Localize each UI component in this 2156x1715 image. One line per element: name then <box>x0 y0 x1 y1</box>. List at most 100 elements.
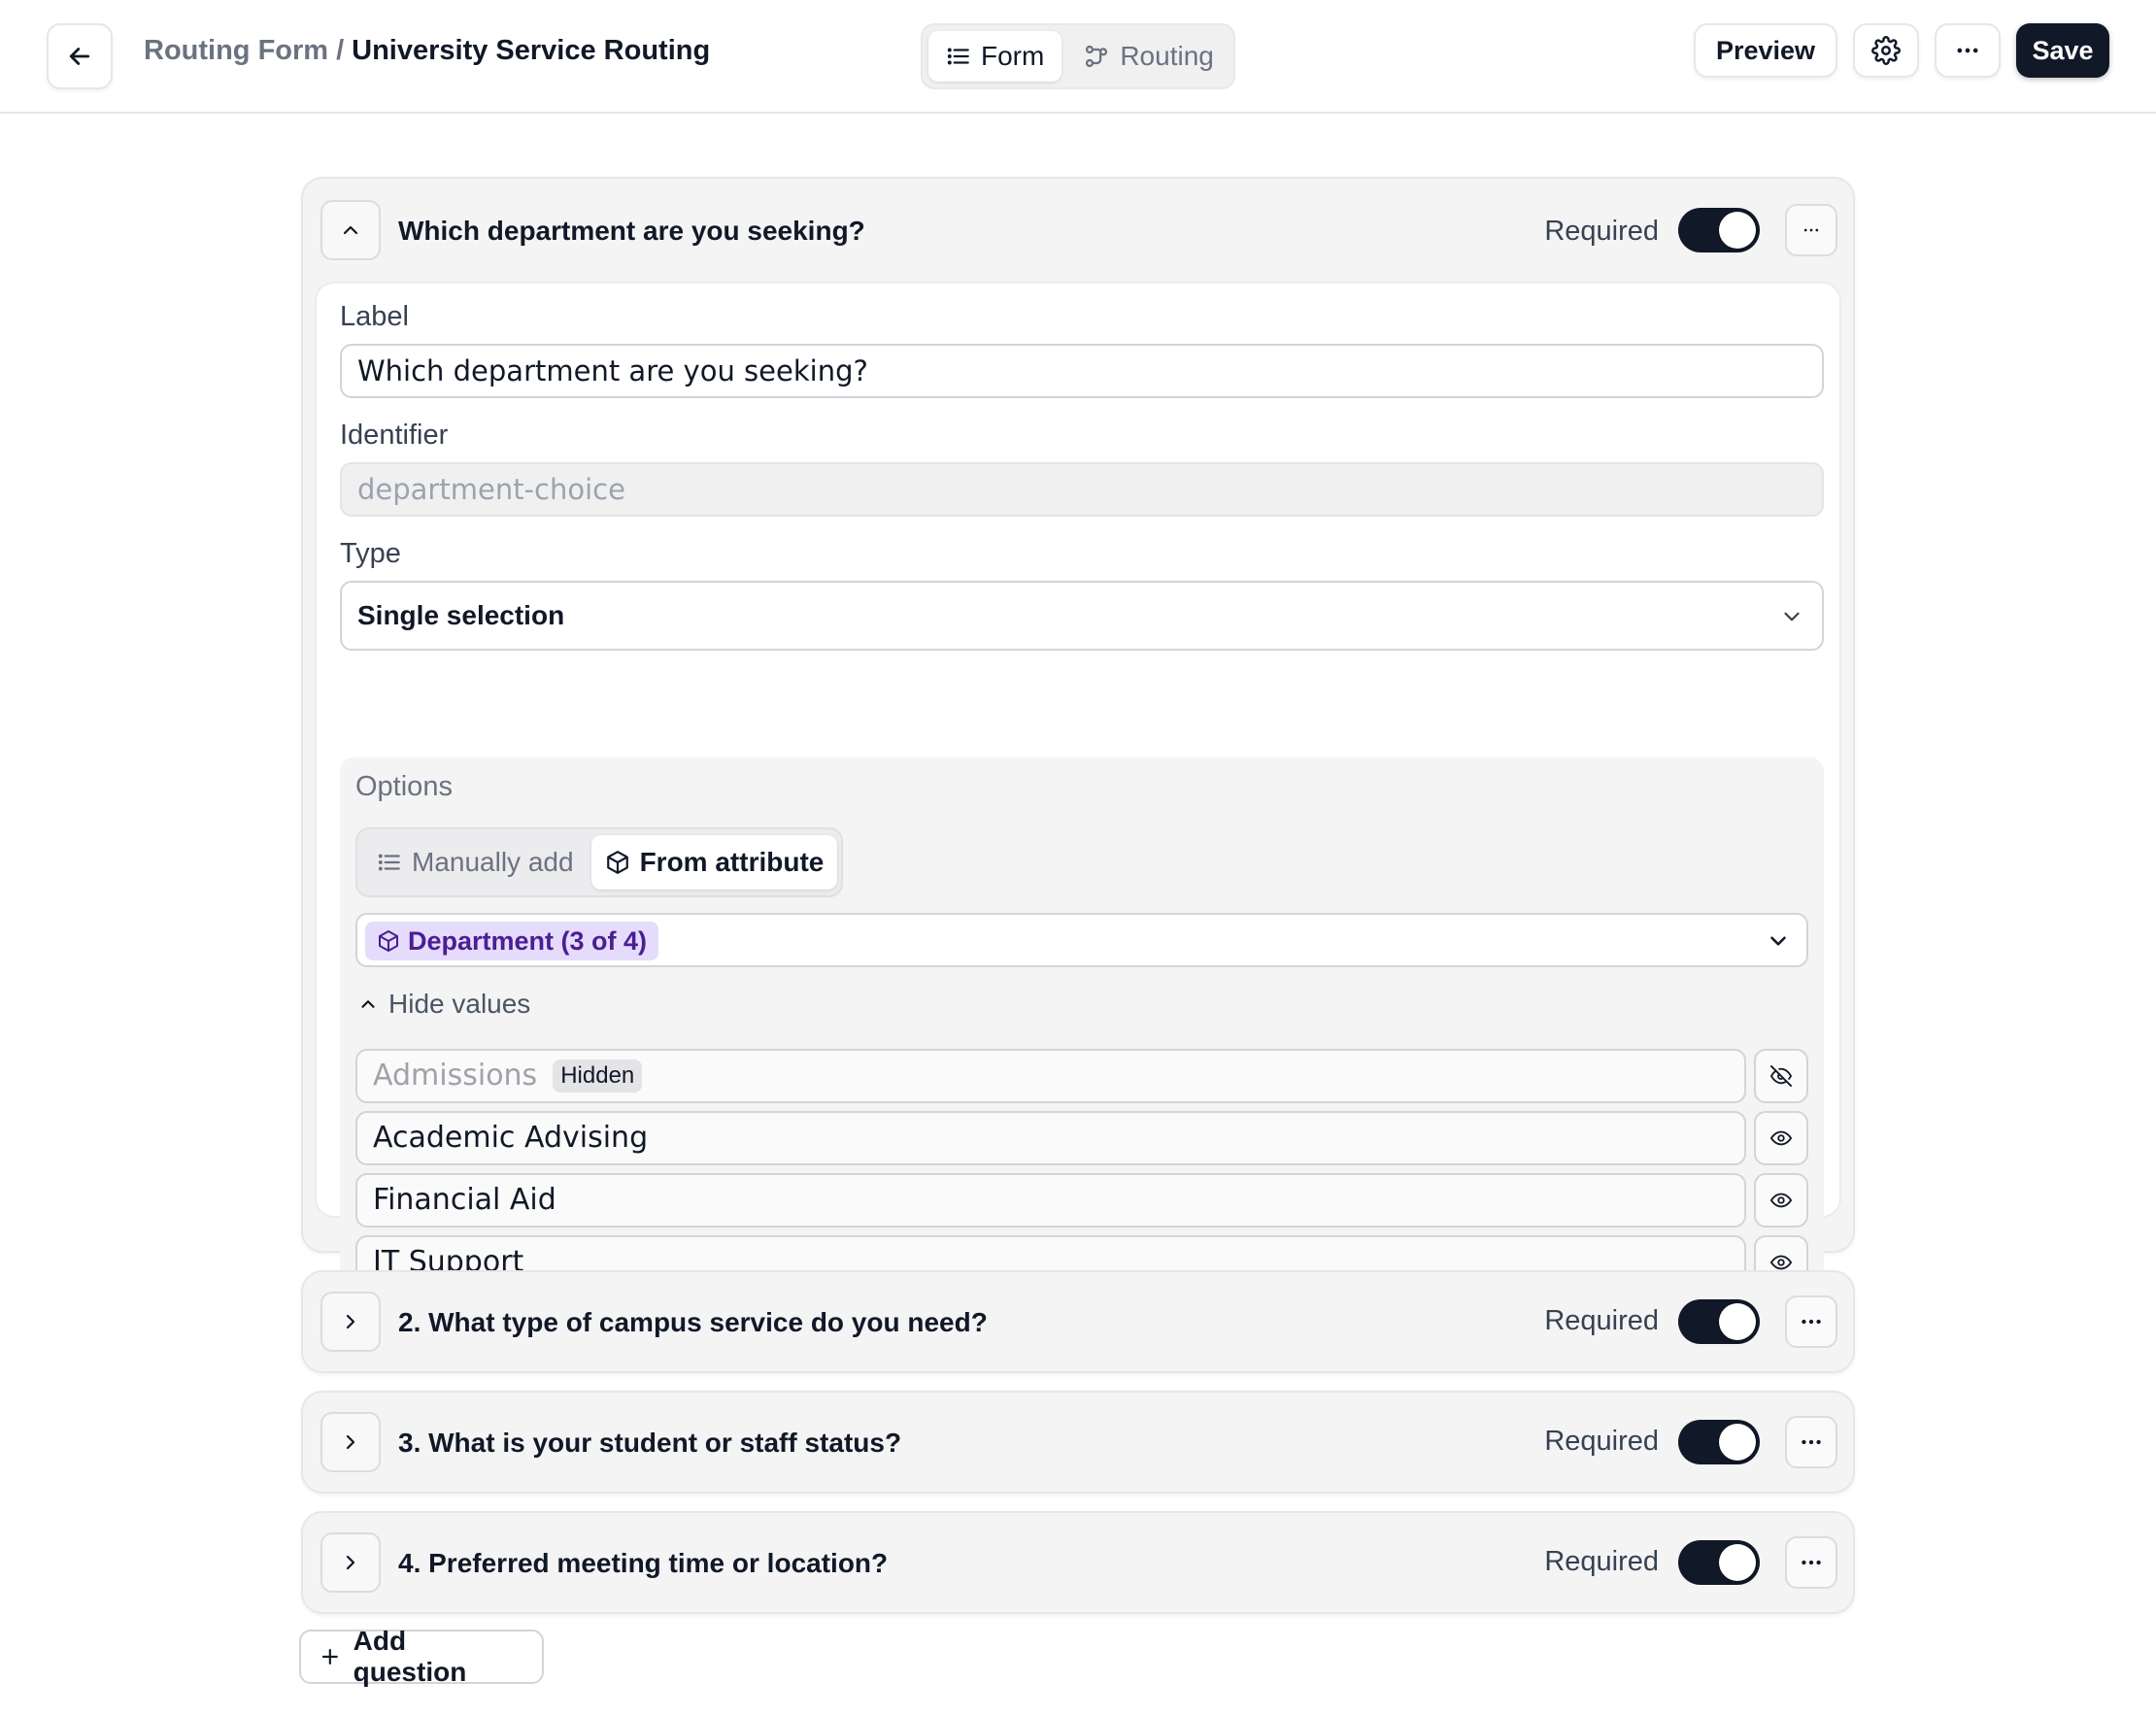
question-more-button[interactable] <box>1785 1295 1837 1348</box>
settings-button[interactable] <box>1853 23 1919 78</box>
view-toggle: Form Routing <box>921 23 1235 89</box>
type-field-label: Type <box>340 538 401 569</box>
required-label: Required <box>1544 216 1659 247</box>
attribute-select[interactable]: Department (3 of 4) <box>355 913 1808 967</box>
identifier-input[interactable]: department-choice <box>340 462 1824 517</box>
eye-icon <box>1770 1193 1792 1208</box>
required-toggle[interactable] <box>1678 1540 1760 1585</box>
question-card-4: 4. Preferred meeting time or location? R… <box>301 1511 1855 1614</box>
question-more-button[interactable] <box>1785 1416 1837 1468</box>
chevron-right-icon <box>346 1434 355 1450</box>
toggle-knob <box>1719 1303 1756 1340</box>
hide-value-button[interactable] <box>1754 1111 1808 1165</box>
question-more-button[interactable] <box>1785 204 1837 256</box>
arrow-left-icon <box>69 48 90 65</box>
required-label: Required <box>1544 1305 1659 1336</box>
hidden-badge: Hidden <box>553 1059 643 1093</box>
more-options-button[interactable] <box>1935 23 2001 78</box>
type-select-value: Single selection <box>357 600 565 630</box>
expand-question-button[interactable] <box>320 1532 381 1593</box>
question-title: Which department are you seeking? <box>398 216 865 246</box>
hide-values-label: Hide values <box>388 989 531 1019</box>
question-card-1: Which department are you seeking? Requir… <box>301 177 1855 1303</box>
add-question-button[interactable]: Add question <box>299 1626 544 1687</box>
tab-from-attribute-label: From attribute <box>639 847 825 877</box>
chevron-up-icon <box>361 1000 375 1008</box>
option-value-input[interactable]: Academic Advising <box>355 1111 1746 1165</box>
expand-question-button[interactable] <box>320 1292 381 1352</box>
options-panel: Options Manually add From attribute Depa… <box>340 757 1824 1303</box>
tab-form-label: Form <box>981 41 1045 71</box>
required-toggle[interactable] <box>1678 208 1760 252</box>
identifier-field-label: Identifier <box>340 420 449 451</box>
question-title: 2. What type of campus service do you ne… <box>398 1307 988 1337</box>
chevron-right-icon <box>346 1555 355 1570</box>
question-card-3: 3. What is your student or staff status?… <box>301 1391 1855 1494</box>
collapse-question-button[interactable] <box>320 200 381 260</box>
more-horizontal-icon <box>1802 1319 1821 1325</box>
toggle-knob <box>1719 1544 1756 1581</box>
toggle-knob <box>1719 212 1756 249</box>
tab-from-attribute[interactable]: From attribute <box>590 835 838 890</box>
more-horizontal-icon <box>1802 1560 1821 1565</box>
question-card-2: 2. What type of campus service do you ne… <box>301 1270 1855 1373</box>
show-value-button[interactable] <box>1754 1049 1808 1103</box>
gear-icon <box>1871 36 1901 65</box>
chevron-down-icon <box>1770 936 1786 946</box>
option-value-input[interactable]: Financial Aid <box>355 1173 1746 1227</box>
question-title: 3. What is your student or staff status? <box>398 1428 902 1458</box>
more-horizontal-icon <box>1957 48 1978 53</box>
option-value-row: Academic Advising <box>355 1111 1808 1165</box>
chevron-right-icon <box>346 1314 355 1329</box>
label-input[interactable]: Which department are you seeking? <box>340 344 1824 398</box>
tab-routing[interactable]: Routing <box>1065 31 1231 82</box>
toggle-knob <box>1719 1424 1756 1461</box>
more-horizontal-icon <box>1803 228 1819 232</box>
option-value-label: Financial Aid <box>373 1183 556 1217</box>
option-value-input[interactable]: Admissions Hidden <box>355 1049 1746 1103</box>
required-label: Required <box>1544 1546 1659 1577</box>
required-toggle[interactable] <box>1678 1299 1760 1344</box>
routing-icon <box>1086 45 1108 68</box>
breadcrumb-current: University Service Routing <box>352 35 711 66</box>
question-editor: Label Which department are you seeking? … <box>315 282 1841 1303</box>
expand-question-button[interactable] <box>320 1412 381 1472</box>
add-question-label: Add question <box>353 1626 467 1687</box>
options-source-toggle: Manually add From attribute <box>355 827 843 897</box>
option-value-row: Admissions Hidden <box>355 1049 1808 1103</box>
question-header-1: Which department are you seeking? Requir… <box>303 179 1853 282</box>
option-value-label: Admissions <box>373 1059 538 1093</box>
tab-manually-add-label: Manually add <box>412 847 574 877</box>
required-toggle[interactable] <box>1678 1420 1760 1464</box>
chevron-down-icon <box>1784 612 1800 622</box>
label-field-label: Label <box>340 301 409 332</box>
cube-icon <box>606 851 628 874</box>
plus-icon <box>321 1649 338 1665</box>
option-value-row: Financial Aid <box>355 1173 1808 1227</box>
required-label: Required <box>1544 1426 1659 1457</box>
question-title: 4. Preferred meeting time or location? <box>398 1548 889 1578</box>
hide-value-button[interactable] <box>1754 1173 1808 1227</box>
attribute-chip-label: Department (3 of 4) <box>408 925 648 956</box>
attribute-chip: Department (3 of 4) <box>365 922 659 960</box>
eye-off-icon <box>1770 1065 1792 1087</box>
cube-icon <box>379 930 398 952</box>
back-button[interactable] <box>47 23 113 89</box>
list-icon <box>947 48 969 65</box>
tab-form[interactable]: Form <box>928 31 1062 82</box>
tab-manually-add[interactable]: Manually add <box>363 835 588 890</box>
breadcrumb-parent[interactable]: Routing Form <box>144 35 328 66</box>
save-button[interactable]: Save <box>2016 23 2109 78</box>
hide-values-button[interactable]: Hide values <box>357 989 530 1020</box>
list-icon <box>378 854 400 871</box>
top-bar: Routing Form / University Service Routing … <box>0 0 2156 114</box>
more-horizontal-icon <box>1802 1439 1821 1445</box>
option-value-label: Academic Advising <box>373 1121 649 1155</box>
preview-button[interactable]: Preview <box>1694 23 1837 78</box>
breadcrumb-separator: / <box>336 35 345 66</box>
question-more-button[interactable] <box>1785 1536 1837 1589</box>
type-select[interactable]: Single selection <box>340 581 1824 651</box>
chevron-up-icon <box>343 225 358 235</box>
eye-icon <box>1770 1130 1792 1146</box>
breadcrumb: Routing Form / University Service Routing <box>144 35 710 67</box>
